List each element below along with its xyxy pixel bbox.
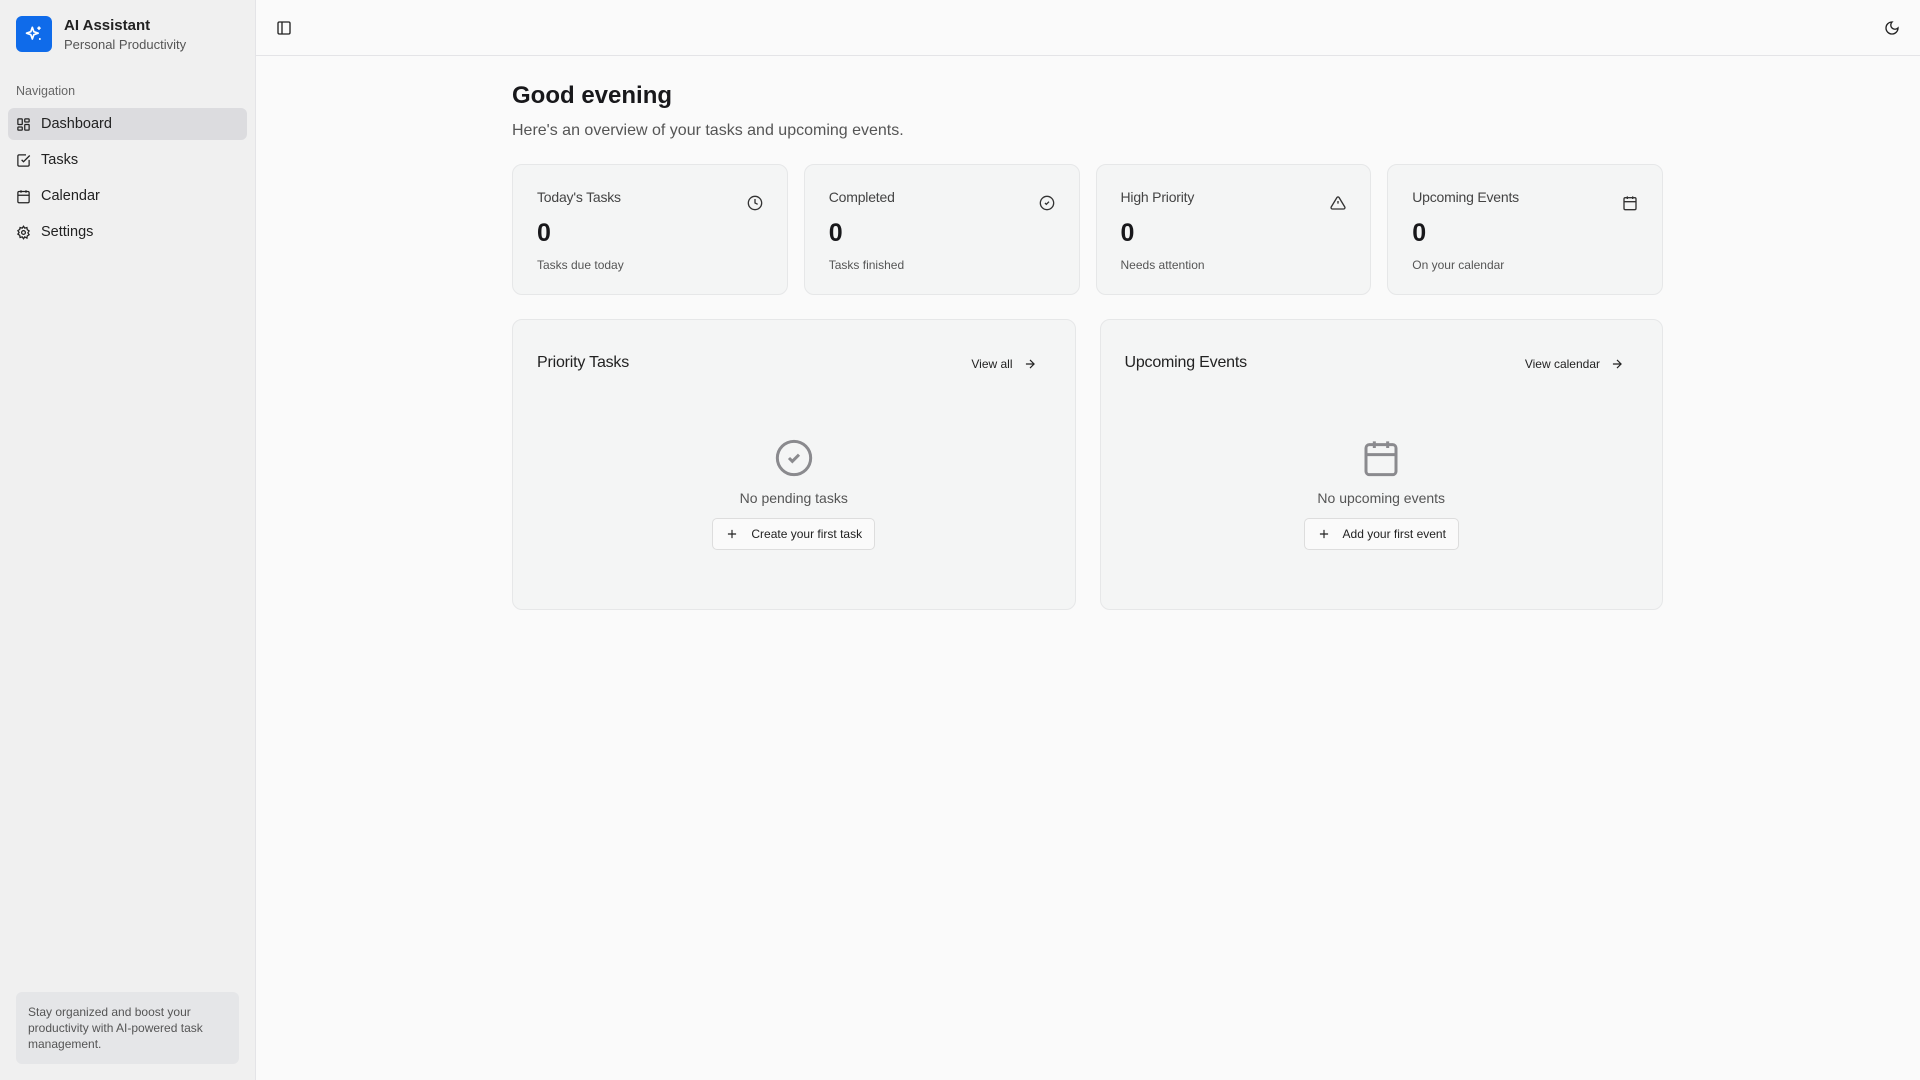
- sidebar-item-settings[interactable]: Settings: [8, 216, 247, 248]
- panel-title: Priority Tasks: [537, 354, 630, 371]
- stat-title: High Priority: [1120, 189, 1195, 205]
- stat-card-high-priority: High Priority 0 Needs attention: [1095, 164, 1372, 295]
- stat-sub: On your calendar: [1412, 258, 1505, 272]
- upcoming-events-panel: Upcoming Events View calendar No upcomin…: [1099, 319, 1663, 610]
- add-event-button[interactable]: Add your first event: [1303, 518, 1459, 550]
- arrow-right-icon: [1025, 359, 1035, 369]
- plus-icon: [1319, 529, 1328, 539]
- view-all-button[interactable]: View all: [957, 348, 1050, 380]
- main: Good evening Here's an overview of your …: [512, 80, 1663, 610]
- view-calendar-label: View calendar: [1524, 357, 1600, 371]
- calendar-icon: [17, 189, 30, 203]
- moon-icon: [1885, 21, 1899, 35]
- sidebar-item-label: Dashboard: [41, 116, 112, 132]
- alert-triangle-icon: [1330, 196, 1346, 210]
- brand: AI Assistant Personal Productivity: [16, 16, 186, 52]
- stat-title: Upcoming Events: [1412, 189, 1519, 205]
- stat-sub: Tasks finished: [828, 258, 905, 272]
- panels: Priority Tasks View all No pending tasks…: [512, 319, 1663, 610]
- button-label: Add your first event: [1342, 527, 1446, 541]
- header: [256, 0, 1920, 56]
- panel-title: Upcoming Events: [1124, 354, 1248, 371]
- check-circle-icon: [1039, 195, 1054, 211]
- check-square-icon: [17, 153, 31, 167]
- stat-value: 0: [1120, 219, 1135, 247]
- stats: Today's Tasks 0 Tasks due today Complete…: [512, 164, 1663, 295]
- sidebar-item-calendar[interactable]: Calendar: [8, 180, 247, 212]
- priority-tasks-panel: Priority Tasks View all No pending tasks…: [512, 319, 1076, 610]
- app-subtitle: Personal Productivity: [64, 36, 187, 52]
- clock-icon: [747, 195, 763, 211]
- dashboard-icon: [17, 117, 30, 131]
- sidebar-item-label: Calendar: [41, 188, 100, 204]
- nav: Dashboard Tasks Calendar Settings: [8, 108, 247, 252]
- sidebar-toggle-icon: [277, 21, 291, 35]
- stat-title: Completed: [828, 189, 895, 205]
- page-title: Good evening: [512, 82, 673, 109]
- view-calendar-button[interactable]: View calendar: [1511, 348, 1638, 380]
- sidebar-item-dashboard[interactable]: Dashboard: [8, 108, 247, 140]
- empty-text: No pending tasks: [739, 490, 848, 506]
- empty-text: No upcoming events: [1317, 490, 1446, 506]
- create-task-button[interactable]: Create your first task: [712, 518, 876, 550]
- stat-value: 0: [828, 219, 843, 247]
- stat-card-todays-tasks: Today's Tasks 0 Tasks due today: [512, 164, 788, 295]
- sidebar-item-tasks[interactable]: Tasks: [8, 144, 247, 176]
- page-subtitle: Here's an overview of your tasks and upc…: [512, 122, 904, 139]
- plus-icon: [728, 529, 737, 539]
- stat-value: 0: [537, 219, 551, 247]
- sidebar-tip: Stay organized and boost your productivi…: [16, 992, 239, 1064]
- stat-card-completed: Completed 0 Tasks finished: [803, 164, 1080, 295]
- calendar-icon: [1364, 441, 1398, 477]
- check-circle-icon: [775, 439, 812, 477]
- stat-value: 0: [1412, 219, 1427, 247]
- stat-card-upcoming-events: Upcoming Events 0 On your calendar: [1387, 164, 1663, 295]
- calendar-icon: [1623, 196, 1637, 211]
- theme-toggle-button[interactable]: [1880, 16, 1904, 40]
- sparkles-icon: [16, 16, 52, 52]
- view-all-label: View all: [971, 357, 1013, 371]
- nav-label: Navigation: [16, 84, 76, 98]
- sidebar-item-label: Settings: [41, 224, 94, 240]
- gear-icon: [16, 224, 30, 240]
- arrow-right-icon: [1612, 359, 1622, 369]
- stat-title: Today's Tasks: [537, 189, 621, 205]
- button-label: Create your first task: [751, 527, 863, 541]
- stat-sub: Needs attention: [1120, 258, 1205, 272]
- sidebar: AI Assistant Personal Productivity Navig…: [0, 0, 256, 1080]
- sidebar-item-label: Tasks: [41, 152, 79, 168]
- sidebar-toggle-button[interactable]: [272, 16, 296, 40]
- app-title: AI Assistant: [64, 16, 151, 34]
- stat-sub: Tasks due today: [537, 258, 624, 272]
